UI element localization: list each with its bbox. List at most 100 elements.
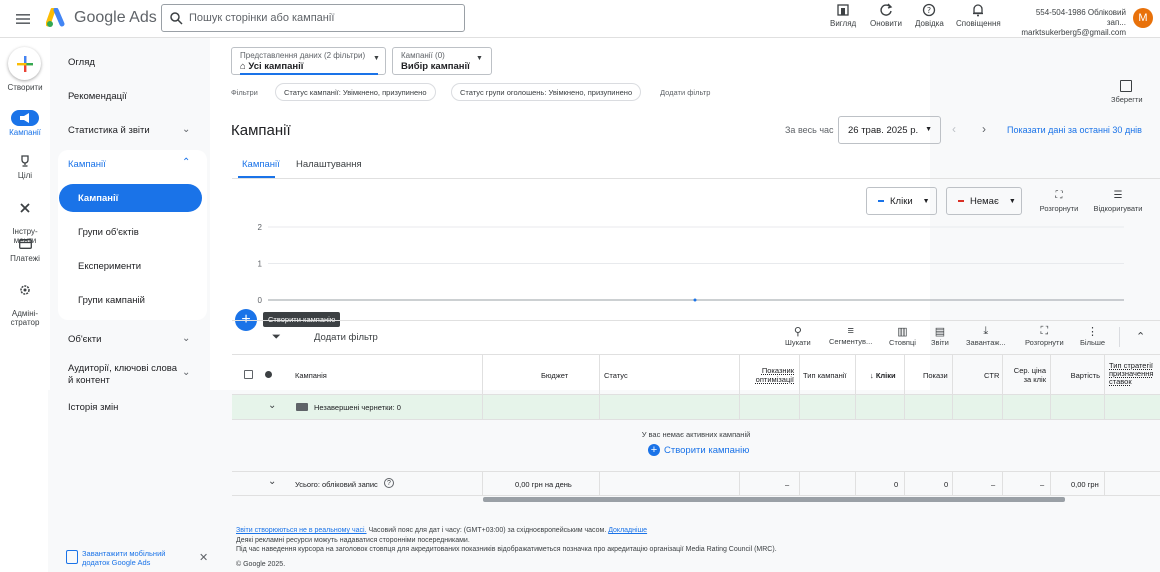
expand-icon: ⛶	[1040, 325, 1049, 337]
total-impressions: 0	[944, 480, 949, 489]
rail-item-label: Платежі	[10, 254, 40, 263]
refresh-button[interactable]: Оновити	[870, 3, 902, 28]
view-button[interactable]: Вигляд	[830, 3, 856, 28]
search-icon	[170, 11, 183, 25]
collapse-icon[interactable]: ⌃	[1136, 330, 1145, 343]
avatar[interactable]: M	[1133, 8, 1153, 28]
create-button[interactable]	[8, 47, 41, 80]
realtime-link[interactable]: Звіти створюються не в реальному часі.	[236, 527, 367, 534]
nav-assets[interactable]: Об'єкти	[68, 334, 101, 345]
col-divider	[599, 355, 600, 394]
total-ctr: –	[991, 480, 996, 489]
col-divider	[1002, 395, 1003, 419]
tab-settings[interactable]: Налаштування	[296, 159, 362, 170]
view-selector[interactable]: Представлення даних (2 фільтри) ⌂ Усі ка…	[231, 47, 386, 75]
select-all-checkbox[interactable]	[244, 370, 253, 379]
header-budget[interactable]: Бюджет	[541, 371, 568, 380]
header-optimization-score[interactable]: Показник оптимізації	[744, 366, 794, 384]
header-bid-strategy[interactable]: Тип стратегії призначення ставок	[1109, 362, 1153, 386]
refresh-label: Оновити	[870, 19, 902, 28]
chevron-down-icon[interactable]: ⌄	[182, 333, 190, 344]
header-impressions[interactable]: Покази	[923, 371, 948, 380]
nav-asset-groups[interactable]: Групи об'єктів	[78, 227, 139, 238]
col-divider	[739, 472, 740, 495]
horizontal-scrollbar[interactable]	[483, 497, 1065, 502]
google-ads-logo[interactable]: Google Ads	[46, 8, 157, 28]
add-filter-link[interactable]: Додати фільтр	[660, 88, 710, 97]
table-expand-button[interactable]: ⛶ Розгорнути	[1025, 325, 1064, 347]
chevron-down-icon[interactable]: ⌄	[182, 124, 190, 135]
filter-chip-adgroup-status[interactable]: Статус групи оголошень: Увімкнено, призу…	[451, 83, 642, 101]
metric2-color-swatch	[958, 200, 964, 202]
account-info[interactable]: 554-504-1986 Обліковий зап... marktsuker…	[1016, 8, 1126, 38]
nav-audiences[interactable]: Аудиторії, ключові слова й контент	[68, 363, 177, 387]
filter-icon[interactable]: ⏷	[272, 331, 281, 344]
empty-create-campaign-link[interactable]: + Створити кампанію	[648, 444, 749, 456]
help-button[interactable]: ? Довідка	[915, 3, 944, 28]
page-title: Кампанії	[231, 122, 291, 139]
metric2-selector[interactable]: Немає ▼	[946, 187, 1022, 215]
plus-circle-icon: +	[648, 444, 660, 456]
help-icon[interactable]: ?	[384, 478, 394, 488]
nav-overview[interactable]: Огляд	[68, 57, 95, 68]
table-segment-button[interactable]: ≡ Сегментув...	[829, 325, 872, 346]
rail-item-admin[interactable]: Адміні- стратор	[0, 273, 50, 327]
show-last-30-days-link[interactable]: Показати дані за останні 30 днів	[1007, 125, 1142, 135]
tool-label: Шукати	[785, 338, 811, 347]
header-clicks[interactable]: ↓ Кліки	[870, 371, 896, 380]
table-more-button[interactable]: ⋮ Більше	[1080, 325, 1105, 347]
table-columns-button[interactable]: ▥ Стовпці	[889, 325, 916, 347]
metric1-selector[interactable]: Кліки ▼	[866, 187, 937, 215]
col-divider	[799, 472, 800, 495]
nav-campaigns-header[interactable]: Кампанії	[68, 159, 106, 170]
nav-campaign-groups[interactable]: Групи кампаній	[78, 295, 145, 306]
save-button[interactable]: Зберегти	[1111, 80, 1143, 104]
footer-line2: Деякі рекламні ресурси можуть надаватися…	[236, 537, 470, 544]
header-status[interactable]: Статус	[604, 371, 628, 380]
next-period-icon[interactable]: ›	[982, 122, 986, 136]
account-email: marktsukerberg5@gmail.com	[1021, 28, 1126, 37]
chart-adjust-button[interactable]: ☰ Відкоригувати	[1090, 190, 1146, 213]
header-avg-cpc[interactable]: Сер. ціна за клік	[1008, 366, 1046, 384]
learn-more-link[interactable]: Докладніше	[608, 527, 647, 534]
prev-period-icon[interactable]: ‹	[952, 122, 956, 136]
rail-item-billing[interactable]: Платежі	[0, 236, 50, 263]
mobile-app-link[interactable]: Завантажити мобільний додаток Google Ads	[82, 549, 165, 567]
chevron-up-icon[interactable]: ⌃	[182, 157, 190, 168]
table-search-button[interactable]: ⚲ Шукати	[785, 325, 811, 347]
col-divider	[739, 395, 740, 419]
header-campaign[interactable]: Кампанія	[295, 371, 327, 380]
header-ctr[interactable]: CTR	[984, 371, 999, 380]
header-cost[interactable]: Вартість	[1056, 371, 1100, 380]
notifications-button[interactable]: Сповіщення	[956, 3, 1001, 28]
metric2-label: Немає	[970, 195, 999, 207]
nav-campaigns-active[interactable]: Кампанії	[59, 184, 202, 212]
search-input[interactable]: Пошук сторінки або кампанії	[161, 4, 465, 32]
table-download-button[interactable]: ⤓ Завантаж...	[966, 325, 1006, 347]
date-picker[interactable]: 26 трав. 2025 р. ▼	[838, 116, 941, 144]
nav-recommendations[interactable]: Рекомендації	[68, 91, 127, 102]
bell-icon	[973, 4, 984, 17]
nav-history[interactable]: Історія змін	[68, 402, 118, 413]
top-bar: Google Ads Пошук сторінки або кампанії В…	[0, 0, 1160, 38]
chevron-down-icon[interactable]: ⌄	[182, 367, 190, 378]
nav-experiments[interactable]: Експерименти	[78, 261, 141, 272]
tab-campaigns[interactable]: Кампанії	[242, 159, 280, 170]
rail-item-goals[interactable]: Цілі	[0, 153, 50, 180]
nav-audiences-line2: й контент	[68, 375, 110, 386]
status-dot-icon	[265, 371, 272, 378]
nav-stats[interactable]: Статистика й звіти	[68, 125, 150, 136]
chevron-down-icon[interactable]: ⌄	[268, 476, 276, 487]
col-divider	[1002, 472, 1003, 495]
chart-expand-button[interactable]: ⛶ Розгорнути	[1036, 190, 1082, 213]
menu-icon[interactable]	[14, 10, 32, 28]
card-icon	[11, 236, 39, 252]
table-add-filter[interactable]: Додати фільтр	[314, 332, 378, 343]
header-campaign-type[interactable]: Тип кампанії	[803, 371, 846, 380]
header-opt-line2: оптимізації	[755, 375, 794, 384]
chevron-down-icon[interactable]: ⌄	[268, 400, 276, 411]
rail-item-campaigns[interactable]: Кампанії	[0, 110, 50, 137]
close-icon[interactable]: ✕	[199, 551, 208, 564]
filter-chip-campaign-status[interactable]: Статус кампанії: Увімкнено, призупинено	[275, 83, 436, 101]
table-reports-button[interactable]: ▤ Звіти	[931, 325, 949, 347]
